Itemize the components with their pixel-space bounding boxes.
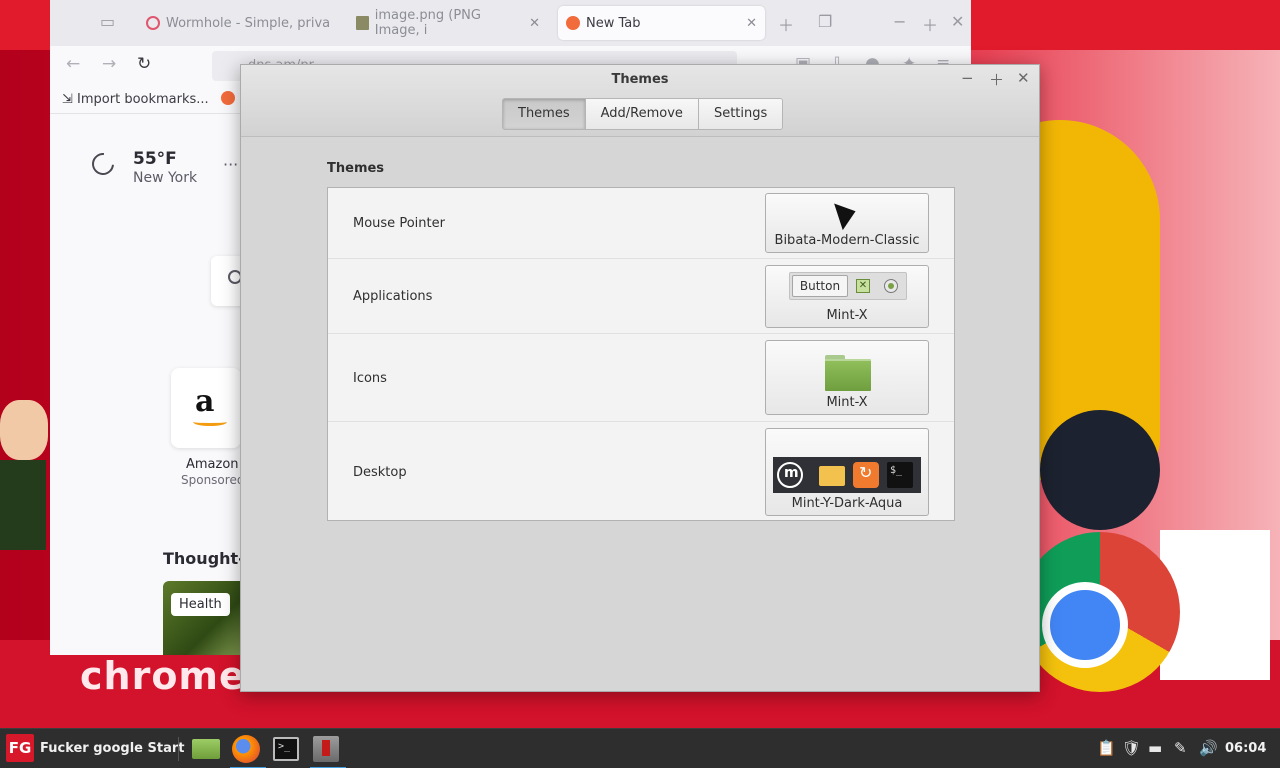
files-launcher-icon[interactable] [190,733,222,765]
update-manager-icon [853,462,879,488]
import-bookmarks-label: Import bookmarks... [77,92,209,107]
cursor-preview-icon [834,197,860,231]
theme-value: Mint-X [826,308,868,323]
browser-tab-bar: ▭ Wormhole - Simple, priva image.png (PN… [50,0,971,46]
theme-row-applications: Applications Button ✕ Mint-X [328,259,954,334]
weather-options-icon[interactable]: ··· [223,155,238,174]
terminal-icon [887,462,913,488]
theme-row-label: Icons [353,371,387,386]
themes-list: Mouse Pointer Bibata-Modern-Classic Appl… [327,187,955,521]
preview-button-label: Button [792,275,848,297]
mouse-pointer-theme-button[interactable]: Bibata-Modern-Classic [765,193,929,253]
clock[interactable]: 06:04 [1225,741,1266,756]
theme-row-label: Mouse Pointer [353,216,445,231]
new-tab-plus-icon[interactable]: ＋ [778,12,794,36]
themes-section-title: Themes [327,161,385,176]
browser-tab-wormhole[interactable]: Wormhole - Simple, priva [138,6,342,40]
sponsored-label: Sponsored [181,473,245,487]
tab-add-remove[interactable]: Add/Remove [585,99,699,129]
moon-icon [87,148,119,180]
image-favicon-icon [356,16,369,30]
amazon-logo-icon: a [195,384,215,419]
amazon-smile-icon [193,418,227,426]
shortcut-tile-amazon[interactable]: a [171,368,241,448]
network-icon[interactable]: ✎ [1174,739,1187,757]
browser-tab-new-tab[interactable]: New Tab ✕ [558,6,765,40]
themes-launcher-icon[interactable] [310,733,346,768]
story-tag: Health [171,593,230,616]
taskbar: FG Fucker google Start >_ 📋 🛡 ▬ ✎ 🔊 06:0… [0,728,1280,768]
desktop-theme-button[interactable]: Mint-Y-Dark-Aqua [765,428,929,516]
close-window-icon[interactable]: ✕ [951,12,964,31]
themes-header: Themes − ＋ ✕ Themes Add/Remove Settings [241,65,1039,137]
maximize-icon[interactable]: ＋ [922,12,938,36]
shield-icon[interactable]: 🛡 [1122,739,1141,757]
taskbar-separator [178,737,179,761]
applications-theme-button[interactable]: Button ✕ Mint-X [765,265,929,328]
tab-label: image.png (PNG Image, i [374,8,481,38]
tab-settings[interactable]: Settings [698,99,783,129]
theme-value: Mint-Y-Dark-Aqua [791,496,903,511]
themes-tab-switcher: Themes Add/Remove Settings [502,98,784,130]
clipboard-icon[interactable]: 📋 [1097,739,1116,757]
firefox-launcher-icon[interactable] [230,733,266,768]
weather-city: New York [133,170,198,186]
volume-icon[interactable]: 🔊 [1199,739,1218,757]
close-tab-icon[interactable]: ✕ [746,16,757,31]
minimize-icon[interactable]: − [893,12,906,31]
wormhole-favicon-icon [146,16,160,30]
folder-icon [819,466,845,486]
start-menu-logo-icon[interactable]: FG [6,734,34,762]
browser-tab-image[interactable]: image.png (PNG Image, i ✕ [348,6,548,40]
tab-themes[interactable]: Themes [503,99,586,129]
firefox-bookmark-icon[interactable] [220,91,235,105]
terminal-launcher-icon[interactable]: >_ [270,733,302,765]
theme-row-icons: Icons Mint-X [328,334,954,422]
theme-row-label: Applications [353,289,433,304]
wallpaper-dark-shape [1040,410,1160,530]
radio-preview-icon [884,279,898,293]
keyboard-icon[interactable]: ▬ [1148,739,1162,757]
desktop-panel-preview [773,457,921,493]
import-bookmarks-link[interactable]: ⇲ Import bookmarks... [62,91,235,107]
import-icon: ⇲ [62,92,73,107]
folder-body [825,359,871,391]
checkbox-preview-icon: ✕ [856,279,870,293]
wallpaper-hand [0,400,48,460]
start-menu-label[interactable]: Fucker google Start [40,741,185,756]
forward-arrow-icon[interactable]: → [102,54,116,74]
icons-theme-button[interactable]: Mint-X [765,340,929,415]
chrome-logo-icon [1020,532,1180,692]
wallpaper-sleeve [0,460,46,550]
theme-row-mouse-pointer: Mouse Pointer Bibata-Modern-Classic [328,188,954,259]
minimize-icon[interactable]: − [961,69,974,87]
theme-row-label: Desktop [353,465,407,480]
maximize-icon[interactable]: ＋ [989,69,1004,90]
weather-temperature: 55°F [133,149,177,169]
mint-logo-icon [777,462,803,488]
reload-icon[interactable]: ↻ [137,54,151,74]
window-list-icon[interactable]: ❐ [818,12,832,31]
firefox-favicon-icon [566,16,580,30]
theme-row-desktop: Desktop Mint-Y-Dark-Aqua [328,422,954,522]
window-title: Themes [611,72,669,87]
back-arrow-icon[interactable]: ← [66,54,80,74]
tab-label: New Tab [586,15,641,31]
close-tab-icon[interactable]: ✕ [529,16,540,31]
theme-value: Mint-X [826,395,868,410]
close-icon[interactable]: ✕ [1017,69,1030,87]
tab-list-icon[interactable]: ▭ [100,12,115,31]
applications-preview: Button ✕ [789,272,907,300]
themes-window: Themes − ＋ ✕ Themes Add/Remove Settings … [240,64,1040,692]
folder-preview-icon [825,355,871,391]
shortcut-name: Amazon [186,457,239,472]
theme-value: Bibata-Modern-Classic [774,233,920,248]
tab-label: Wormhole - Simple, priva [166,15,331,31]
